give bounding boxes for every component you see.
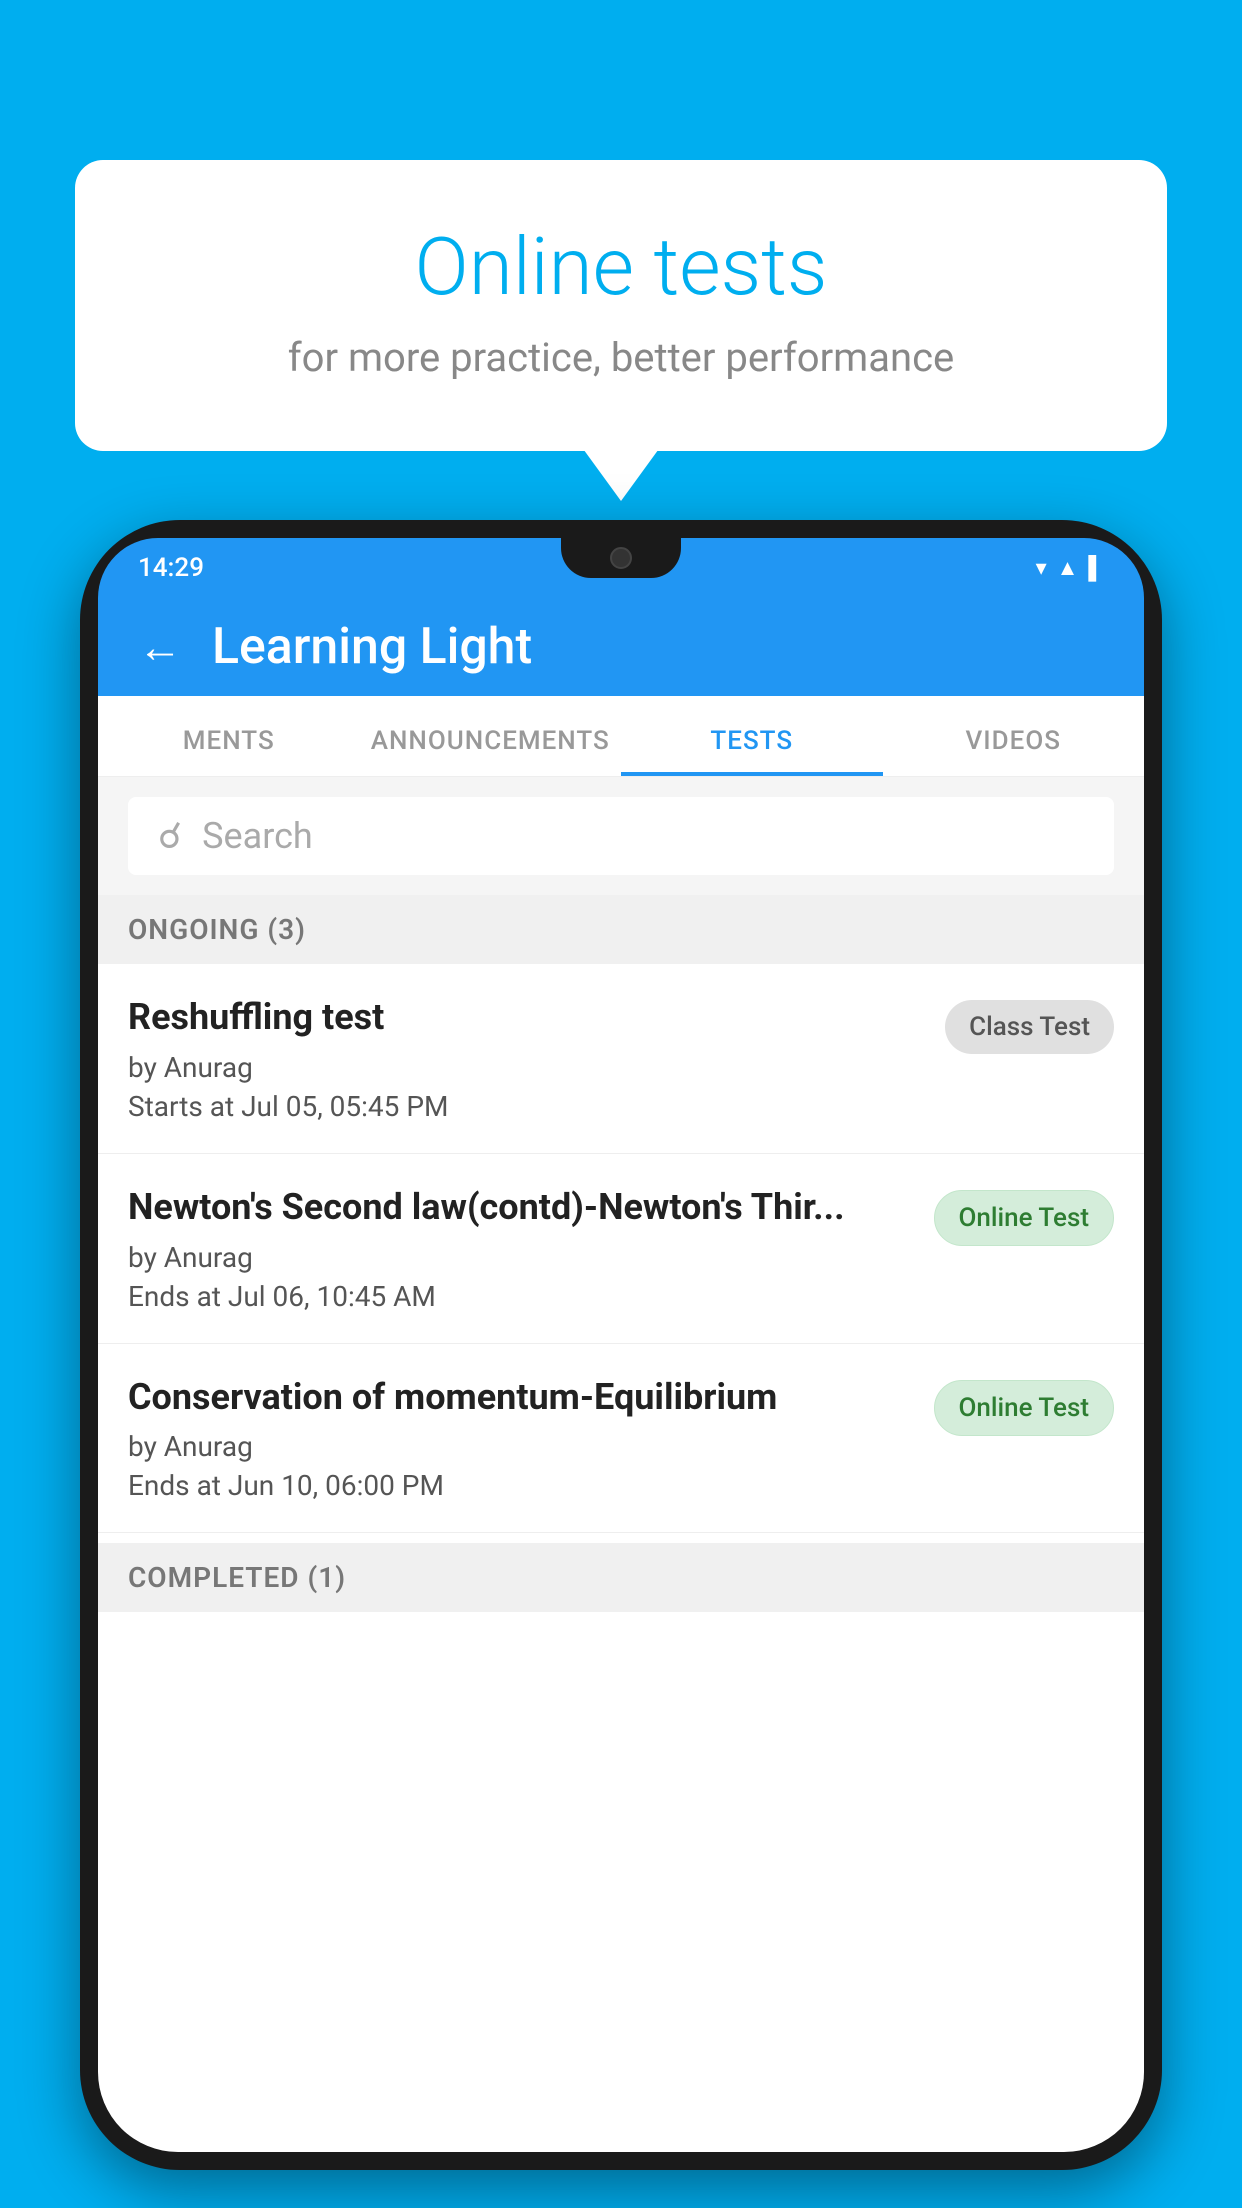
signal-icon: ▲ xyxy=(1057,555,1079,581)
notch xyxy=(561,538,681,578)
bubble-subtitle: for more practice, better performance xyxy=(155,334,1087,381)
status-time: 14:29 xyxy=(138,553,204,583)
app-title: Learning Light xyxy=(212,618,532,676)
search-placeholder: Search xyxy=(202,815,313,857)
ongoing-section-header: ONGOING (3) xyxy=(98,895,1144,964)
test-author: by Anurag xyxy=(128,1241,914,1274)
bubble-title: Online tests xyxy=(155,220,1087,314)
phone-screen: ← Learning Light MENTS ANNOUNCEMENTS TES… xyxy=(98,598,1144,2152)
back-button[interactable]: ← xyxy=(138,621,182,673)
test-item-newtons[interactable]: Newton's Second law(contd)-Newton's Thir… xyxy=(98,1154,1144,1344)
tabs-bar: MENTS ANNOUNCEMENTS TESTS VIDEOS xyxy=(98,696,1144,777)
test-author: by Anurag xyxy=(128,1430,914,1463)
tab-ments[interactable]: MENTS xyxy=(98,696,360,776)
test-author: by Anurag xyxy=(128,1051,925,1084)
wifi-icon: ▾ xyxy=(1036,556,1047,581)
test-date: Ends at Jun 10, 06:00 PM xyxy=(128,1469,914,1502)
test-info: Newton's Second law(contd)-Newton's Thir… xyxy=(128,1184,934,1313)
test-date: Starts at Jul 05, 05:45 PM xyxy=(128,1090,925,1123)
search-icon: ☌ xyxy=(158,815,182,857)
test-name: Conservation of momentum-Equilibrium xyxy=(128,1374,914,1421)
phone-wrapper: 14:29 ▾ ▲ ▌ ← Learning Light MENTS xyxy=(80,520,1162,2208)
phone: 14:29 ▾ ▲ ▌ ← Learning Light MENTS xyxy=(80,520,1162,2170)
app-header: ← Learning Light xyxy=(98,598,1144,696)
test-badge: Online Test xyxy=(934,1380,1115,1436)
search-bar-wrapper: ☌ Search xyxy=(98,777,1144,895)
search-bar[interactable]: ☌ Search xyxy=(128,797,1114,875)
test-name: Reshuffling test xyxy=(128,994,925,1041)
completed-section-header: COMPLETED (1) xyxy=(98,1543,1144,1612)
test-date: Ends at Jul 06, 10:45 AM xyxy=(128,1280,914,1313)
test-item-reshuffling[interactable]: Reshuffling test by Anurag Starts at Jul… xyxy=(98,964,1144,1154)
test-badge: Class Test xyxy=(945,1000,1114,1054)
test-info: Reshuffling test by Anurag Starts at Jul… xyxy=(128,994,945,1123)
test-list: Reshuffling test by Anurag Starts at Jul… xyxy=(98,964,1144,1533)
tab-videos[interactable]: VIDEOS xyxy=(883,696,1145,776)
tab-tests[interactable]: TESTS xyxy=(621,696,883,776)
status-icons: ▾ ▲ ▌ xyxy=(1036,555,1104,581)
battery-icon: ▌ xyxy=(1088,555,1104,581)
camera xyxy=(610,547,632,569)
tab-announcements[interactable]: ANNOUNCEMENTS xyxy=(360,696,622,776)
speech-bubble: Online tests for more practice, better p… xyxy=(75,160,1167,451)
test-info: Conservation of momentum-Equilibrium by … xyxy=(128,1374,934,1503)
speech-bubble-wrapper: Online tests for more practice, better p… xyxy=(75,160,1167,451)
test-name: Newton's Second law(contd)-Newton's Thir… xyxy=(128,1184,914,1231)
test-badge: Online Test xyxy=(934,1190,1115,1246)
status-bar: 14:29 ▾ ▲ ▌ xyxy=(98,538,1144,598)
test-item-conservation[interactable]: Conservation of momentum-Equilibrium by … xyxy=(98,1344,1144,1534)
